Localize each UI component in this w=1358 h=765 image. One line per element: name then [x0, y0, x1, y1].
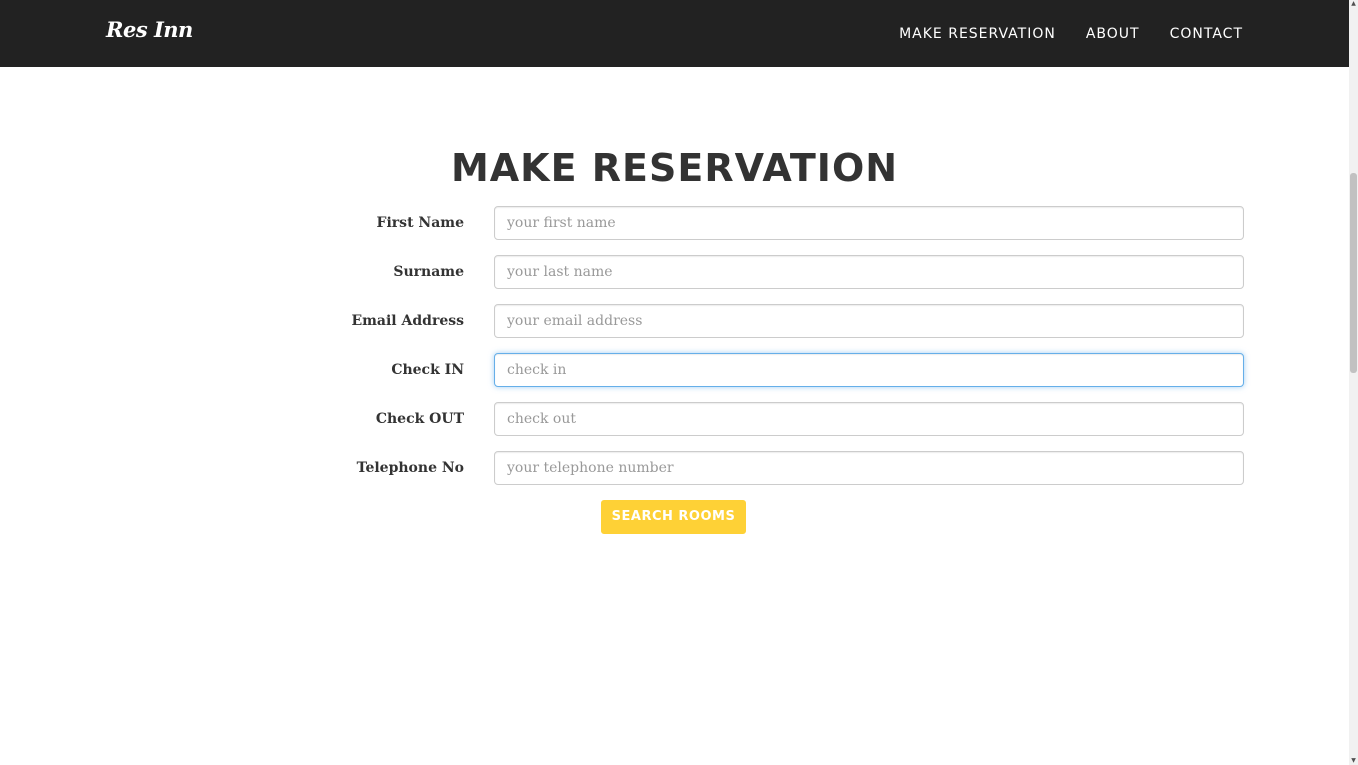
- scroll-down-arrow-icon[interactable]: ▼: [1350, 757, 1357, 765]
- nav-links: MAKE RESERVATION ABOUT CONTACT: [869, 0, 1243, 67]
- page: Res Inn MAKE RESERVATION ABOUT CONTACT M…: [0, 0, 1358, 765]
- first-name-label: First Name: [376, 215, 464, 231]
- email-row: Email Address: [340, 304, 1244, 338]
- search-rooms-button[interactable]: SEARCH ROOMS: [601, 500, 746, 534]
- page-scrollbar[interactable]: ▲ ▼: [1349, 0, 1358, 765]
- surname-label: Surname: [393, 264, 464, 280]
- brand-logo[interactable]: Res Inn: [106, 17, 193, 42]
- first-name-row: First Name: [340, 206, 1244, 240]
- page-title: MAKE RESERVATION: [450, 146, 899, 190]
- check-in-input[interactable]: [494, 353, 1244, 387]
- telephone-input[interactable]: [494, 451, 1244, 485]
- check-out-row: Check OUT: [340, 402, 1244, 436]
- email-input[interactable]: [494, 304, 1244, 338]
- surname-input[interactable]: [494, 255, 1244, 289]
- surname-row: Surname: [340, 255, 1244, 289]
- telephone-row: Telephone No: [340, 451, 1244, 485]
- scroll-thumb[interactable]: [1350, 173, 1357, 373]
- nav-link-contact[interactable]: CONTACT: [1170, 26, 1243, 42]
- top-navbar: Res Inn MAKE RESERVATION ABOUT CONTACT: [0, 0, 1349, 67]
- telephone-label: Telephone No: [356, 460, 464, 476]
- check-out-input[interactable]: [494, 402, 1244, 436]
- check-in-row: Check IN: [340, 353, 1244, 387]
- check-in-label: Check IN: [391, 362, 464, 378]
- first-name-input[interactable]: [494, 206, 1244, 240]
- nav-link-about[interactable]: ABOUT: [1086, 26, 1140, 42]
- nav-link-make-reservation[interactable]: MAKE RESERVATION: [899, 26, 1056, 42]
- scroll-up-arrow-icon[interactable]: ▲: [1350, 0, 1357, 8]
- email-label: Email Address: [351, 313, 464, 329]
- check-out-label: Check OUT: [375, 411, 464, 427]
